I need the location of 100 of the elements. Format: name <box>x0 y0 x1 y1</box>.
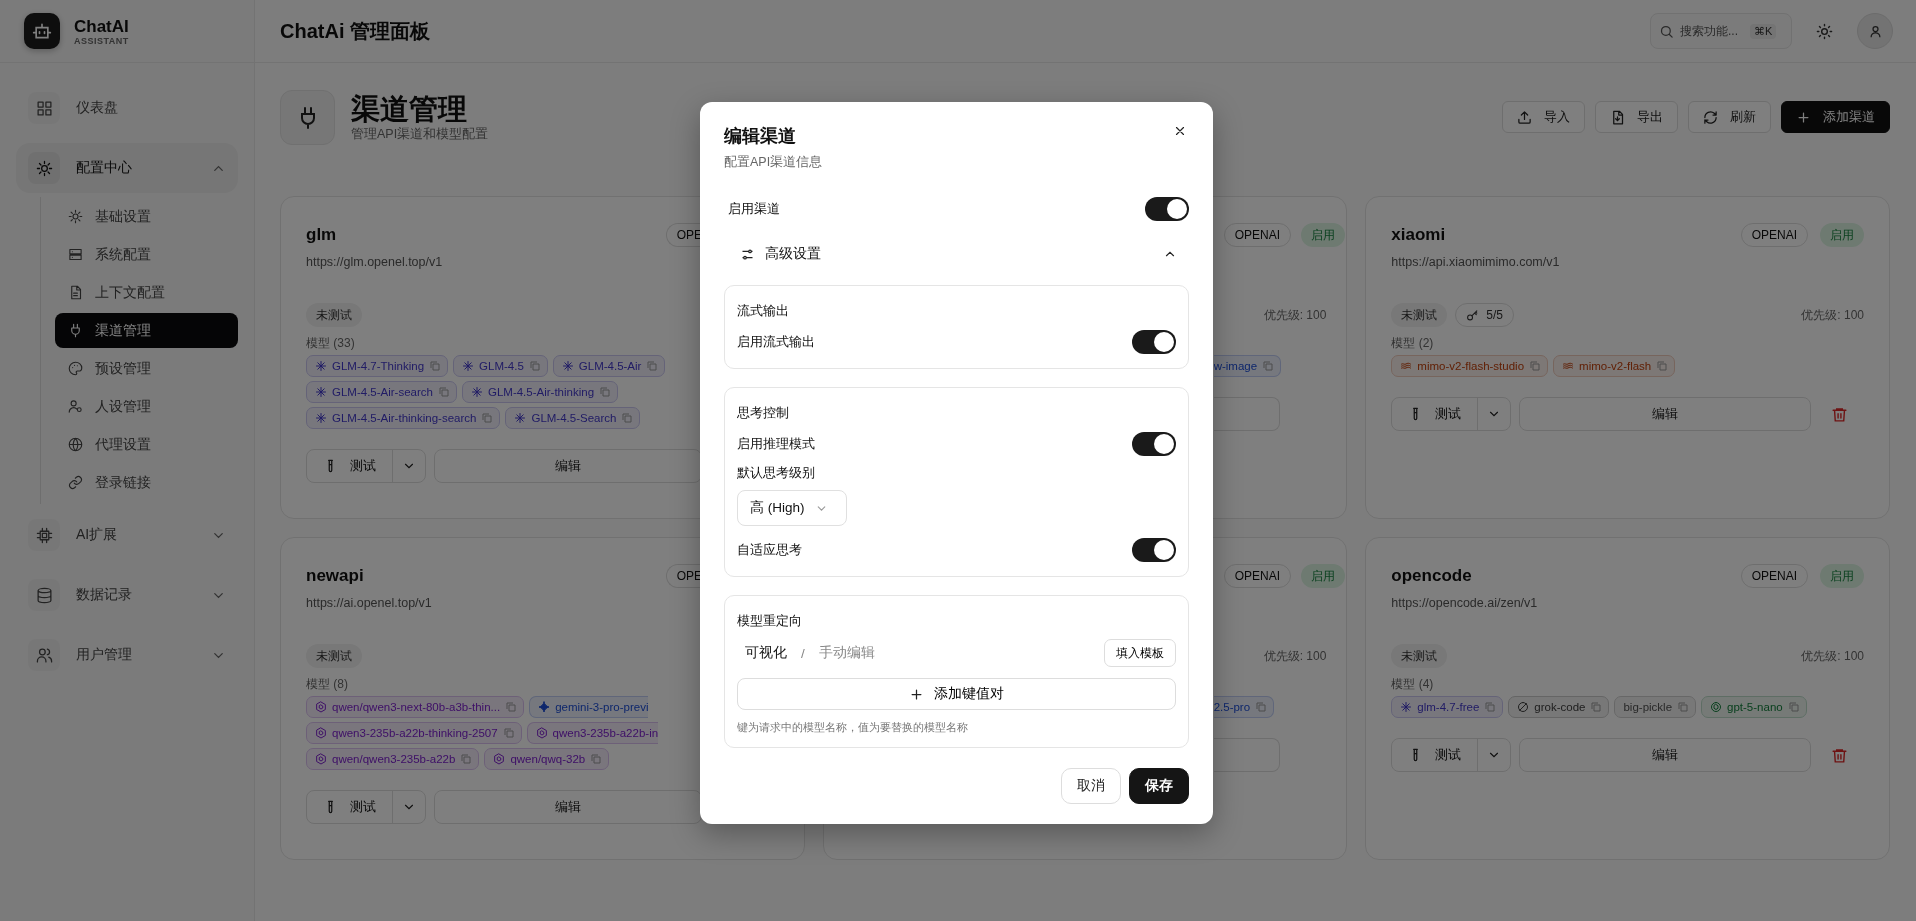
toggle-switch[interactable] <box>1132 538 1176 562</box>
level-select[interactable]: 高 (High) <box>737 490 847 526</box>
model-tag[interactable]: GLM-4.5-Air-thinking <box>461 381 619 403</box>
models-label: 模型 (2) <box>1391 336 1434 350</box>
model-tag[interactable]: qwen/qwen3-next-80b-a3b-thin... <box>306 696 525 718</box>
models-label: 模型 (4) <box>1391 677 1434 691</box>
model-tag[interactable]: gpt-5-nano <box>1701 696 1807 718</box>
test-split-button[interactable]: 测试 <box>1391 397 1512 431</box>
copy-icon[interactable] <box>528 360 541 372</box>
sidebar-item[interactable]: 仪表盘 <box>16 83 238 133</box>
model-tag[interactable]: glm-4.7-free <box>1391 696 1504 718</box>
add-pair-button[interactable]: 添加键值对 <box>737 678 1176 710</box>
model-tag[interactable]: gemini-3-pro-previ <box>529 696 649 718</box>
copy-icon[interactable] <box>590 753 603 765</box>
sidebar-subitem[interactable]: 代理设置 <box>55 427 238 462</box>
action-button[interactable]: 导入 <box>1502 101 1585 133</box>
copy-icon[interactable] <box>1656 360 1669 372</box>
copy-icon[interactable] <box>429 360 442 372</box>
test-split-button[interactable]: 测试 <box>306 449 426 483</box>
edit-button[interactable] <box>1213 738 1280 772</box>
copy-icon[interactable] <box>1262 360 1275 372</box>
model-tag[interactable]: GLM-4.5-Search <box>505 407 641 429</box>
sidebar-subitem[interactable]: 渠道管理 <box>55 313 238 348</box>
copy-icon[interactable] <box>1529 360 1542 372</box>
sparkle-icon <box>561 360 574 372</box>
copy-icon[interactable] <box>437 386 450 398</box>
copy-icon[interactable] <box>1255 701 1268 713</box>
action-button[interactable]: 刷新 <box>1688 101 1771 133</box>
cancel-button[interactable]: 取消 <box>1061 768 1121 804</box>
chip-icon <box>35 526 53 544</box>
copy-icon[interactable] <box>1484 701 1497 713</box>
mode-tab[interactable]: 可视化 <box>745 644 787 662</box>
toggle-switch[interactable] <box>1132 432 1176 456</box>
copy-icon[interactable] <box>481 412 494 424</box>
model-tag[interactable]: w-image <box>1213 355 1282 377</box>
model-tag[interactable]: mimo-v2-flash-studio <box>1391 355 1549 377</box>
tab-separator: / <box>801 645 805 661</box>
model-tag[interactable]: GLM-4.5-Air <box>552 355 666 377</box>
toggle-label: 自适应思考 <box>737 541 802 559</box>
search-field[interactable]: 搜索功能... <box>1680 24 1744 38</box>
copy-icon[interactable] <box>502 727 515 739</box>
test-label: 测试 <box>350 798 376 816</box>
copy-icon[interactable] <box>646 360 659 372</box>
model-tag[interactable]: 2.5-pro <box>1213 696 1275 718</box>
copy-icon[interactable] <box>1590 701 1603 713</box>
toggle-switch[interactable] <box>1145 197 1189 221</box>
model-tag[interactable]: qwen3-235b-a22b-in <box>526 722 659 744</box>
copy-icon[interactable] <box>1787 701 1800 713</box>
toggle-switch[interactable] <box>1132 330 1176 354</box>
sparkle-icon <box>315 412 327 424</box>
trash-icon[interactable] <box>1831 746 1848 764</box>
channel-url: https://ai.openel.top/v1 <box>306 596 432 610</box>
search-icon <box>1659 23 1674 39</box>
channel-name: newapi <box>306 566 364 586</box>
edit-button[interactable]: 编辑 <box>1519 738 1811 772</box>
priority-label: 优先级: 100 <box>1801 647 1864 665</box>
model-tag[interactable]: GLM-4.5 <box>453 355 548 377</box>
model-tag[interactable]: GLM-4.5-Air-thinking-search <box>306 407 501 429</box>
sidebar-item[interactable]: 配置中心 <box>16 143 238 193</box>
edit-button[interactable]: 编辑 <box>434 790 702 824</box>
trash-icon[interactable] <box>1831 405 1848 423</box>
sidebar-subitem[interactable]: 基础设置 <box>55 199 238 234</box>
advanced-settings-toggle[interactable]: 高级设置 <box>724 235 1189 273</box>
action-button[interactable]: 导出 <box>1595 101 1678 133</box>
action-button[interactable]: 添加渠道 <box>1781 101 1890 133</box>
page-subtitle: 管理API渠道和模型配置 <box>351 126 489 143</box>
avatar[interactable] <box>1857 13 1893 49</box>
sidebar-item[interactable]: AI扩展 <box>16 510 238 560</box>
test-split-button[interactable]: 测试 <box>306 790 426 824</box>
edit-button[interactable] <box>1213 397 1280 431</box>
mode-tab[interactable]: 手动编辑 <box>818 644 875 662</box>
sidebar-subitem[interactable]: 登录链接 <box>55 465 238 500</box>
sidebar-subitem[interactable]: 系统配置 <box>55 237 238 272</box>
model-tag[interactable]: qwen3-235b-a22b-thinking-2507 <box>306 722 522 744</box>
copy-icon[interactable] <box>505 701 518 713</box>
sun-icon[interactable] <box>1816 22 1833 40</box>
model-tag[interactable]: GLM-4.5-Air-search <box>306 381 457 403</box>
model-tag[interactable]: qwen/qwen3-235b-a22b <box>306 748 480 770</box>
save-button[interactable]: 保存 <box>1129 768 1189 804</box>
model-tag[interactable]: qwen/qwq-32b <box>484 748 610 770</box>
model-tag[interactable]: big-pickle <box>1614 696 1697 718</box>
model-tag[interactable]: mimo-v2-flash <box>1553 355 1676 377</box>
copy-icon[interactable] <box>599 386 612 398</box>
copy-icon[interactable] <box>1677 701 1690 713</box>
test-split-button[interactable]: 测试 <box>1391 738 1512 772</box>
copy-icon[interactable] <box>460 753 473 765</box>
close-icon[interactable] <box>1173 124 1187 138</box>
hexagon-icon <box>315 701 327 713</box>
sidebar-item[interactable]: 用户管理 <box>16 630 238 680</box>
sidebar-item[interactable]: 数据记录 <box>16 570 238 620</box>
gear-icon <box>68 209 83 224</box>
sidebar-subitem[interactable]: 上下文配置 <box>55 275 238 310</box>
edit-button[interactable]: 编辑 <box>1519 397 1811 431</box>
fill-template-button[interactable]: 填入模板 <box>1104 639 1176 667</box>
sidebar-subitem[interactable]: 人设管理 <box>55 389 238 424</box>
copy-icon[interactable] <box>621 412 634 424</box>
model-tag[interactable]: GLM-4.7-Thinking <box>306 355 449 377</box>
model-tag[interactable]: grok-code <box>1508 696 1610 718</box>
edit-button[interactable]: 编辑 <box>434 449 702 483</box>
sidebar-subitem[interactable]: 预设管理 <box>55 351 238 386</box>
